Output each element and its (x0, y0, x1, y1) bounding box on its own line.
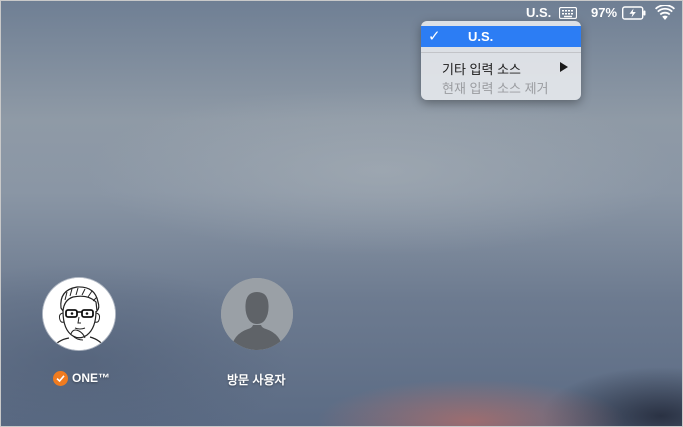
user-name-label: ONE™ (72, 371, 111, 385)
battery-percentage: 97% (591, 5, 618, 20)
battery-charging-icon[interactable] (622, 6, 647, 20)
menu-item-label: U.S. (468, 29, 494, 44)
cartoon-portrait-icon (43, 278, 115, 350)
user-name-one[interactable]: ONE™ (53, 371, 111, 387)
menu-item-remove-input-source: 현재 입력 소스 제거 (442, 81, 549, 96)
wifi-icon[interactable] (655, 5, 675, 21)
logged-in-check-icon (53, 371, 68, 387)
input-source-menu[interactable]: U.S. (526, 5, 551, 20)
user-avatar-guest[interactable] (221, 278, 293, 350)
checkmark-icon: ✓ (428, 28, 441, 45)
input-source-dropdown: ✓ U.S. 기타 입력 소스 현재 입력 소스 제거 (421, 21, 581, 100)
menu-separator (421, 52, 581, 53)
keyboard-icon[interactable] (559, 7, 577, 19)
user-silhouette-icon (221, 278, 293, 350)
user-name-guest[interactable]: 방문 사용자 (227, 371, 286, 388)
user-avatar-one[interactable] (43, 278, 115, 350)
menu-item-other-input-sources[interactable]: 기타 입력 소스 (442, 59, 521, 78)
login-screen: U.S. 97% ✓ U.S. 기타 입력 소스 현재 입력 소스 제거 ONE… (0, 0, 683, 427)
submenu-arrow-icon (560, 62, 568, 72)
menu-item-us-selected[interactable]: ✓ U.S. (421, 26, 581, 47)
